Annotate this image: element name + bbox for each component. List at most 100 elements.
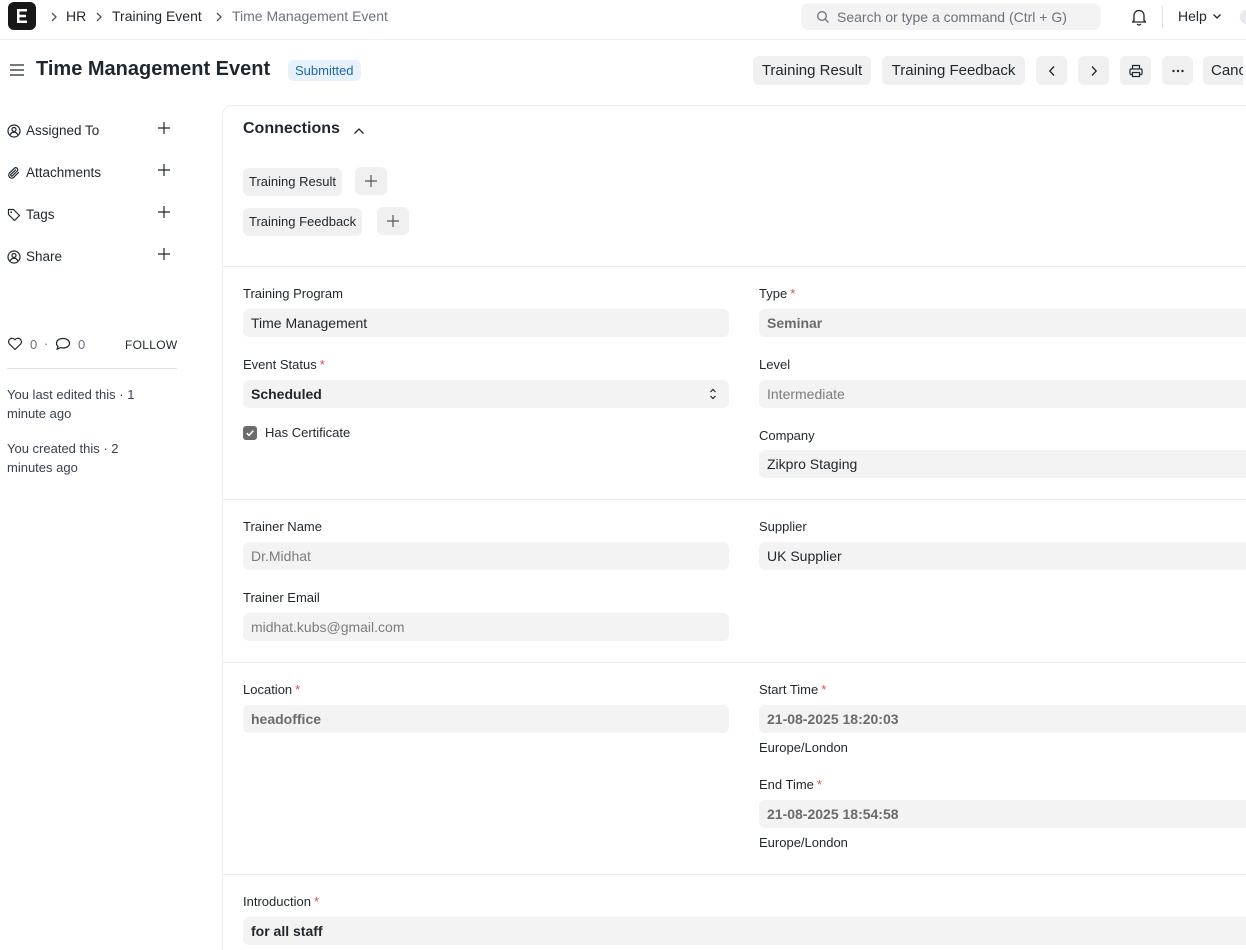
status-badge: Submitted xyxy=(288,60,361,81)
section-divider xyxy=(223,874,1246,875)
supplier-field[interactable]: UK Supplier xyxy=(759,542,1246,570)
section-divider xyxy=(223,662,1246,663)
end-time-label-text: End Time xyxy=(759,777,814,792)
sidebar-item-label: Attachments xyxy=(26,165,102,180)
end-time-field[interactable]: 21-08-2025 18:54:58 xyxy=(759,800,1246,828)
tag-icon xyxy=(7,208,21,222)
created-info: You created this · 2 minutes ago xyxy=(7,441,119,475)
chevron-down-icon xyxy=(1213,14,1221,19)
has-certificate-label: Has Certificate xyxy=(265,425,351,440)
heart-icon[interactable] xyxy=(7,337,23,351)
level-label: Level xyxy=(759,357,791,372)
required-marker: * xyxy=(821,682,827,697)
required-marker: * xyxy=(319,357,325,372)
follow-button[interactable]: FOLLOW xyxy=(125,338,177,352)
plus-icon[interactable] xyxy=(157,205,171,219)
required-marker: * xyxy=(790,286,796,301)
start-time-field[interactable]: 21-08-2025 18:20:03 xyxy=(759,705,1246,733)
sidebar-item-tags[interactable]: Tags xyxy=(7,205,177,225)
search-bar[interactable]: Search or type a command (Ctrl + G) xyxy=(801,3,1101,30)
connection-training-result[interactable]: Training Result xyxy=(243,168,342,196)
assign-user-icon xyxy=(7,124,21,138)
introduction-field[interactable]: for all staff xyxy=(243,917,1246,945)
erpnext-logo-icon xyxy=(17,9,27,23)
user-avatar[interactable] xyxy=(1240,10,1246,24)
plus-icon xyxy=(365,175,377,187)
breadcrumb-hr[interactable]: HR xyxy=(66,8,86,24)
company-label: Company xyxy=(759,428,815,443)
has-certificate-checkbox[interactable] xyxy=(243,426,257,440)
sidebar-toggle-icon[interactable] xyxy=(10,63,24,77)
page-title: Time Management Event xyxy=(36,58,271,80)
plus-icon[interactable] xyxy=(157,247,171,261)
event-status-label: Event Status * xyxy=(243,357,325,372)
help-menu[interactable]: Help xyxy=(1178,8,1207,24)
trainer-name-field[interactable]: Dr.Midhat xyxy=(243,542,729,570)
breadcrumb-chevron-icon xyxy=(216,12,222,22)
search-icon xyxy=(817,11,829,23)
paperclip-icon xyxy=(8,167,20,179)
share-user-icon xyxy=(7,250,21,264)
chevron-left-icon xyxy=(1048,65,1054,76)
printer-icon xyxy=(1128,64,1143,77)
event-status-label-text: Event Status xyxy=(243,357,317,372)
print-button[interactable] xyxy=(1120,56,1151,85)
connections-heading[interactable]: Connections xyxy=(243,120,340,138)
next-record-button[interactable] xyxy=(1078,56,1109,85)
training-program-label: Training Program xyxy=(243,286,343,301)
sidebar-item-share[interactable]: Share xyxy=(7,247,177,267)
training-result-button[interactable]: Training Result xyxy=(753,56,871,85)
required-marker: * xyxy=(816,777,822,792)
training-program-field[interactable]: Time Management xyxy=(243,309,729,337)
company-field[interactable]: Zikpro Staging xyxy=(759,450,1246,478)
location-field[interactable]: headoffice xyxy=(243,705,729,733)
select-arrows-icon xyxy=(710,388,716,400)
introduction-label: Introduction * xyxy=(243,894,319,909)
sidebar-divider xyxy=(7,368,177,369)
cancel-button[interactable]: Cancel xyxy=(1203,56,1243,85)
event-status-select[interactable]: Scheduled xyxy=(243,380,729,408)
likes-comments-bar: 0 · 0 FOLLOW xyxy=(7,336,177,356)
plus-icon[interactable] xyxy=(157,163,171,177)
start-time-timezone: Europe/London xyxy=(759,740,848,755)
trainer-email-label: Trainer Email xyxy=(243,590,320,605)
add-training-feedback-button[interactable] xyxy=(377,207,409,235)
training-feedback-button[interactable]: Training Feedback xyxy=(882,56,1025,85)
chevron-right-icon xyxy=(1091,65,1097,76)
breadcrumb-training-event[interactable]: Training Event xyxy=(112,8,202,24)
sidebar-item-assigned-to[interactable]: Assigned To xyxy=(7,121,177,141)
notification-bell-icon[interactable] xyxy=(1131,8,1147,26)
app-logo[interactable] xyxy=(8,2,36,30)
event-status-value: Scheduled xyxy=(251,386,322,402)
chevron-up-icon[interactable] xyxy=(353,127,365,135)
location-label: Location * xyxy=(243,682,300,697)
start-time-label-text: Start Time xyxy=(759,682,819,697)
comment-icon[interactable] xyxy=(55,337,71,351)
breadcrumb-current[interactable]: Time Management Event xyxy=(232,8,388,24)
type-field[interactable]: Seminar xyxy=(759,309,1246,337)
type-label-text: Type xyxy=(759,286,788,301)
required-marker: * xyxy=(295,682,301,697)
plus-icon[interactable] xyxy=(157,121,171,135)
sidebar-item-label: Tags xyxy=(26,207,55,222)
more-actions-button[interactable] xyxy=(1162,56,1193,85)
introduction-label-text: Introduction xyxy=(243,894,311,909)
add-training-result-button[interactable] xyxy=(355,167,387,195)
comment-count: 0 xyxy=(78,337,86,352)
section-divider xyxy=(223,266,1246,267)
end-time-label: End Time * xyxy=(759,777,822,792)
navbar: HR Training Event Time Management Event … xyxy=(0,0,1246,40)
search-input[interactable]: Search or type a command (Ctrl + G) xyxy=(837,9,1067,25)
like-count: 0 xyxy=(30,337,38,352)
type-label: Type * xyxy=(759,286,795,301)
connection-training-feedback[interactable]: Training Feedback xyxy=(243,208,363,236)
start-time-label: Start Time * xyxy=(759,682,826,697)
level-field[interactable]: Intermediate xyxy=(759,380,1246,408)
sidebar-item-attachments[interactable]: Attachments xyxy=(7,163,177,183)
trainer-email-field[interactable]: midhat.kubs@gmail.com xyxy=(243,613,729,641)
navbar-divider xyxy=(1162,6,1163,28)
plus-icon xyxy=(387,215,399,227)
trainer-name-label: Trainer Name xyxy=(243,519,322,534)
previous-record-button[interactable] xyxy=(1036,56,1067,85)
supplier-label: Supplier xyxy=(759,519,807,534)
